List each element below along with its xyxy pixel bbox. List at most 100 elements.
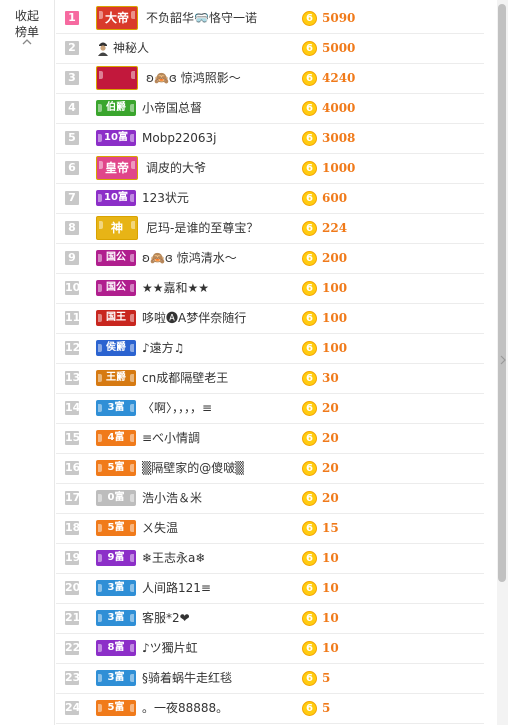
coin-icon: 6 (302, 281, 317, 296)
rank-badge-icon: 国公 (96, 248, 138, 268)
contribution-score: 1000 (322, 161, 356, 175)
contribution-score: 100 (322, 311, 348, 325)
ranking-row[interactable]: 19 9富 ❄王志永a❄ 6 10 (56, 544, 484, 574)
contribution-score: 600 (322, 191, 348, 205)
contribution-score: 100 (322, 281, 348, 295)
level-badge: 3富 (96, 610, 136, 626)
ranking-row[interactable]: 5 10富 Mobp22063j 6 3008 (56, 124, 484, 154)
ranking-list: 1 大帝 不负韶华🥽恪守一诺 6 5090 2 神秘人 6 5000 3 ʚ🙈ɞ 惊鸿照影～ 6 424… (56, 4, 484, 724)
contribution-score: 10 (322, 641, 339, 655)
contribution-score: 15 (322, 521, 339, 535)
user-name[interactable]: ♪ツ獨片虹 (142, 641, 198, 656)
user-name[interactable]: 调皮的大爷 (146, 161, 206, 176)
rank-number: 12 (65, 341, 81, 355)
user-name[interactable]: Mobp22063j (142, 131, 216, 146)
rank-number: 11 (65, 311, 81, 325)
user-name[interactable]: 〈啊〉，，，，≡ (142, 401, 212, 416)
rank-number: 1 (65, 11, 79, 25)
contribution-score: 200 (322, 251, 348, 265)
user-name[interactable]: §骑着蜗牛走红毯 (142, 671, 232, 686)
user-name[interactable]: 123状元 (142, 191, 189, 206)
level-badge: 3富 (96, 670, 136, 686)
ranking-row[interactable]: 6 皇帝 调皮的大爷 6 1000 (56, 154, 484, 184)
level-badge: 8富 (96, 640, 136, 656)
coin-icon: 6 (302, 611, 317, 626)
scrollbar-thumb[interactable] (498, 4, 506, 582)
ranking-row[interactable]: 11 国王 哆啦🅐A梦伴奈随行 6 100 (56, 304, 484, 334)
level-badge: 神 (96, 216, 138, 240)
ranking-row[interactable]: 7 10富 123状元 6 600 (56, 184, 484, 214)
level-badge: 10富 (96, 190, 136, 206)
chevron-up-icon[interactable] (21, 37, 33, 47)
rank-number: 20 (65, 581, 81, 595)
coin-icon: 6 (302, 641, 317, 656)
ranking-row[interactable]: 23 3富 §骑着蜗牛走红毯 6 5 (56, 664, 484, 694)
coin-icon: 6 (302, 41, 317, 56)
rank-badge-icon: 10富 (96, 128, 138, 148)
ranking-row[interactable]: 9 国公 ʚ🙈ɞ 惊鸿清水～ 6 200 (56, 244, 484, 274)
coin-icon: 6 (302, 341, 317, 356)
user-name[interactable]: 小帝国总督 (142, 101, 202, 116)
coin-icon: 6 (302, 581, 317, 596)
ranking-row[interactable]: 4 伯爵 小帝国总督 6 4000 (56, 94, 484, 124)
rank-number: 15 (65, 431, 81, 445)
ranking-row[interactable]: 21 3富 客服*2❤ 6 10 (56, 604, 484, 634)
user-name[interactable]: ▒隔壁家的@傻啵▒ (142, 461, 244, 476)
rank-badge-icon: 伯爵 (96, 98, 138, 118)
level-badge: 大帝 (96, 6, 138, 30)
user-name[interactable]: ㄨ失温 (142, 521, 178, 536)
coin-icon: 6 (302, 491, 317, 506)
user-name[interactable]: ʚ🙈ɞ 惊鸿清水～ (142, 251, 237, 266)
contribution-score: 5000 (322, 41, 356, 55)
rank-number: 21 (65, 611, 81, 625)
ranking-row[interactable]: 20 3富 人间路121≡ 6 10 (56, 574, 484, 604)
user-name[interactable]: 人间路121≡ (142, 581, 211, 596)
user-name[interactable]: 。一夜88888。 (142, 701, 228, 716)
user-name[interactable]: 客服*2❤ (142, 611, 190, 626)
coin-icon: 6 (302, 161, 317, 176)
user-name[interactable]: 浩小浩＆米 (142, 491, 202, 506)
coin-icon: 6 (302, 461, 317, 476)
collapse-ranking-button[interactable]: 收起榜单 (12, 8, 42, 40)
ranking-row[interactable]: 13 王爵 cn成都隔壁老王 6 30 (56, 364, 484, 394)
ranking-row[interactable]: 10 国公 ★★嘉和★★ 6 100 (56, 274, 484, 304)
ranking-row[interactable]: 16 5富 ▒隔壁家的@傻啵▒ 6 20 (56, 454, 484, 484)
ranking-row[interactable]: 1 大帝 不负韶华🥽恪守一诺 6 5090 (56, 4, 484, 34)
scroll-right-arrow-icon[interactable] (500, 355, 506, 365)
rank-number: 16 (65, 461, 81, 475)
ranking-row[interactable]: 14 3富 〈啊〉，，，，≡ 6 20 (56, 394, 484, 424)
ranking-row[interactable]: 8 神尼玛-是谁的至尊宝？ 6 224 (56, 214, 484, 244)
ranking-row[interactable]: 15 4富 ≡べ小情調 6 20 (56, 424, 484, 454)
user-name[interactable]: 哆啦🅐A梦伴奈随行 (142, 311, 246, 326)
mystery-person-icon (98, 42, 108, 56)
contribution-score: 5090 (322, 11, 356, 25)
user-name[interactable]: ♪遠方♫ (142, 341, 184, 356)
rank-badge-icon: 5富 (96, 518, 138, 538)
contribution-score: 20 (322, 491, 339, 505)
level-badge: 0富 (96, 490, 136, 506)
user-name[interactable]: cn成都隔壁老王 (142, 371, 228, 386)
ranking-row[interactable]: 17 0富 浩小浩＆米 6 20 (56, 484, 484, 514)
user-name[interactable]: ❄王志永a❄ (142, 551, 205, 566)
user-name[interactable]: ʚ🙈ɞ 惊鸿照影～ (146, 71, 241, 86)
level-badge: 4富 (96, 430, 136, 446)
ranking-row[interactable]: 3 ʚ🙈ɞ 惊鸿照影～ 6 4240 (56, 64, 484, 94)
ranking-row[interactable]: 12 侯爵 ♪遠方♫ 6 100 (56, 334, 484, 364)
ranking-row[interactable]: 22 8富 ♪ツ獨片虹 6 10 (56, 634, 484, 664)
level-badge: 5富 (96, 460, 136, 476)
ranking-row[interactable]: 18 5富 ㄨ失温 6 15 (56, 514, 484, 544)
ranking-row[interactable]: 24 5富 。一夜88888。 6 5 (56, 694, 484, 724)
user-name[interactable]: 不负韶华🥽恪守一诺 (146, 11, 257, 26)
level-badge: 5富 (96, 520, 136, 536)
ranking-row[interactable]: 2 神秘人 6 5000 (56, 34, 484, 64)
rank-badge-icon: 大帝 (96, 6, 138, 30)
user-name[interactable]: ★★嘉和★★ (142, 281, 209, 296)
level-badge: 伯爵 (96, 100, 136, 116)
contribution-score: 224 (322, 221, 348, 235)
coin-icon: 6 (302, 221, 317, 236)
rank-badge-icon: 王爵 (96, 368, 138, 388)
user-name[interactable]: 尼玛-是谁的至尊宝？ (146, 221, 258, 236)
contribution-score: 20 (322, 431, 339, 445)
user-name[interactable]: 神秘人 (113, 41, 149, 56)
user-name[interactable]: ≡べ小情調 (142, 431, 200, 446)
